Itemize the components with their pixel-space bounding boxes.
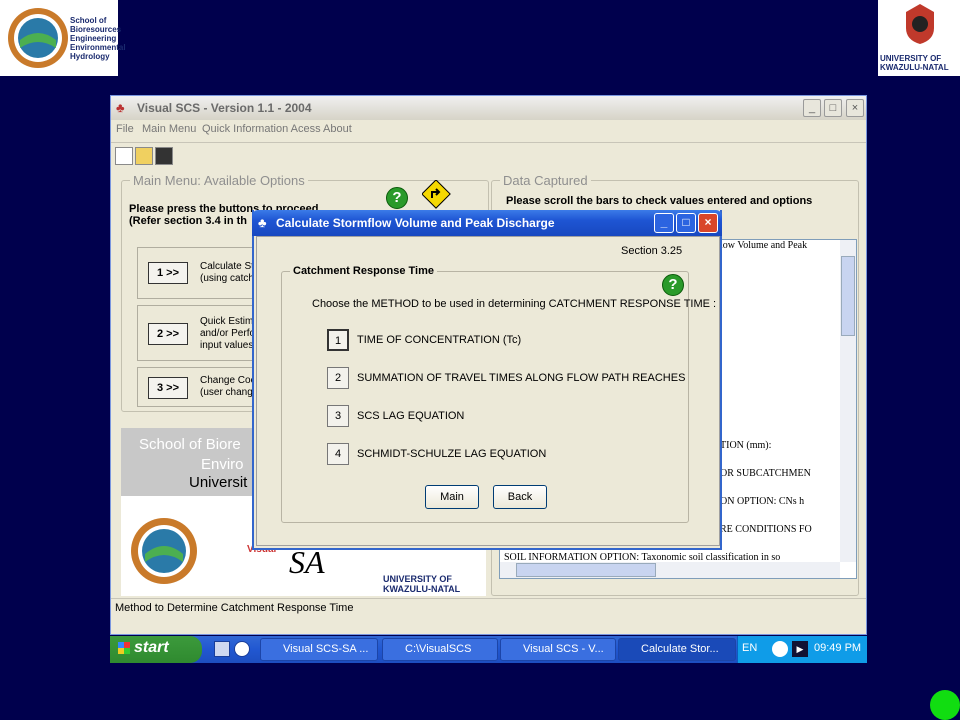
school-logo: School of Bioresources Engineering Envir… [0, 0, 126, 76]
tray-icon[interactable] [772, 641, 788, 657]
section-label: Section 3.25 [621, 245, 683, 257]
logo-line: Bioresources [70, 25, 122, 34]
dialog-close-button[interactable]: × [698, 213, 718, 233]
gear-globe-icon [131, 518, 197, 584]
dialog-minimize-button[interactable]: _ [654, 213, 674, 233]
scroll-thumb[interactable] [841, 256, 855, 336]
windows-flag-icon [118, 642, 130, 654]
minimize-button[interactable]: _ [803, 99, 821, 117]
stormflow-dialog: ♣ Calculate Stormflow Volume and Peak Di… [252, 210, 722, 550]
logo-line: Hydrology [70, 52, 110, 61]
task-visual-scs[interactable]: Visual SCS - V... [500, 638, 616, 661]
dialog-body: Section 3.25 Catchment Response Time ? C… [256, 236, 720, 546]
green-dot [930, 690, 960, 720]
app-icon: ♣ [116, 100, 125, 115]
start-label: start [134, 639, 169, 656]
method-3-label: SCS LAG EQUATION [357, 410, 465, 422]
method-3-button[interactable]: 3 [327, 405, 349, 427]
menu-file[interactable]: File [116, 123, 134, 135]
dialog-maximize-button[interactable]: □ [676, 213, 696, 233]
university-logo: UNIVERSITY OF KWAZULU-NATAL [878, 0, 960, 76]
scroll-thumb[interactable] [516, 563, 656, 577]
data-line: RE CONDITIONS FO [720, 524, 812, 535]
method-4-label: SCHMIDT-SCHULZE LAG EQUATION [357, 448, 547, 460]
play-icon[interactable]: ▶ [792, 641, 808, 657]
main-menu-legend: Main Menu: Available Options [130, 173, 308, 188]
task-calculate[interactable]: Calculate Stor... [618, 638, 736, 661]
crest-icon [906, 4, 934, 44]
system-tray: EN ▶ 09:49 PM [737, 636, 867, 663]
gear-globe-icon [8, 8, 68, 68]
start-button[interactable]: start [110, 636, 202, 663]
method-1-button[interactable]: 1 [327, 329, 349, 351]
data-line: OR SUBCATCHMEN [720, 468, 811, 479]
data-line: TION (mm): [720, 440, 772, 451]
logo-line: Engineering [70, 34, 117, 43]
option-1-button[interactable]: 1 >> [148, 262, 188, 284]
banner-line: Enviro [201, 456, 244, 473]
save-icon[interactable] [155, 147, 173, 165]
language-indicator[interactable]: EN [742, 642, 757, 654]
main-button[interactable]: Main [425, 485, 479, 509]
window-title: Visual SCS - Version 1.1 - 2004 [137, 101, 312, 115]
status-bar: Method to Determine Catchment Response T… [111, 598, 866, 616]
help-icon[interactable]: ? [662, 274, 684, 296]
logo-line: UNIVERSITY OF [880, 54, 942, 63]
close-button[interactable]: × [846, 99, 864, 117]
menu-main-menu[interactable]: Main Menu [142, 123, 196, 135]
banner-line: Universit [189, 474, 248, 491]
response-time-legend: Catchment Response Time [290, 265, 438, 277]
method-2-button[interactable]: 2 [327, 367, 349, 389]
main-titlebar[interactable]: ♣ Visual SCS - Version 1.1 - 2004 _ □ × [111, 96, 866, 120]
new-file-icon[interactable] [115, 147, 133, 165]
open-folder-icon[interactable] [135, 147, 153, 165]
response-time-group: Catchment Response Time ? Choose the MET… [281, 265, 716, 523]
logo-line: Environmental [70, 43, 126, 52]
back-button[interactable]: Back [493, 485, 547, 509]
banner-line: School of Biore [139, 436, 241, 453]
menu-bar: File Main Menu Quick Information Acess A… [111, 120, 866, 140]
turn-sign-icon[interactable] [422, 180, 452, 210]
method-4-button[interactable]: 4 [327, 443, 349, 465]
banner-university: KWAZULU-NATAL [383, 584, 461, 594]
logo-line: School of [70, 16, 107, 25]
browser-icon[interactable] [234, 641, 250, 657]
option-2-button[interactable]: 2 >> [148, 323, 188, 345]
maximize-button[interactable]: □ [824, 99, 842, 117]
dialog-titlebar[interactable]: ♣ Calculate Stormflow Volume and Peak Di… [252, 210, 722, 236]
dialog-title: Calculate Stormflow Volume and Peak Disc… [276, 216, 555, 230]
method-2-label: SUMMATION OF TRAVEL TIMES ALONG FLOW PAT… [357, 372, 686, 384]
menu-about[interactable]: About [323, 123, 352, 135]
banner-university: UNIVERSITY OF [383, 574, 452, 584]
method-prompt: Choose the METHOD to be used in determin… [312, 298, 717, 310]
task-visual-scs-sa[interactable]: Visual SCS-SA ... [260, 638, 378, 661]
menu-quick-info[interactable]: Quick Information Acess [202, 123, 321, 135]
help-icon[interactable]: ? [386, 187, 408, 209]
clock: 09:49 PM [814, 642, 862, 654]
taskbar: start Visual SCS-SA ... C:\VisualSCS Vis… [110, 636, 867, 663]
data-line: ON OPTION: CNs h [720, 496, 805, 507]
vertical-scrollbar[interactable] [840, 240, 856, 562]
option-3-button[interactable]: 3 >> [148, 377, 188, 399]
quicklaunch-icon[interactable] [214, 641, 230, 657]
horizontal-scrollbar[interactable] [500, 562, 840, 578]
method-1-label: TIME OF CONCENTRATION (Tc) [357, 334, 522, 346]
data-line: low Volume and Peak [720, 240, 808, 251]
data-captured-legend: Data Captured [500, 173, 591, 188]
task-folder[interactable]: C:\VisualSCS [382, 638, 498, 661]
logo-line: KWAZULU-NATAL [880, 63, 949, 72]
app-icon: ♣ [258, 215, 267, 230]
data-instructions: Please scroll the bars to check values e… [506, 195, 813, 207]
toolbar [111, 142, 866, 168]
